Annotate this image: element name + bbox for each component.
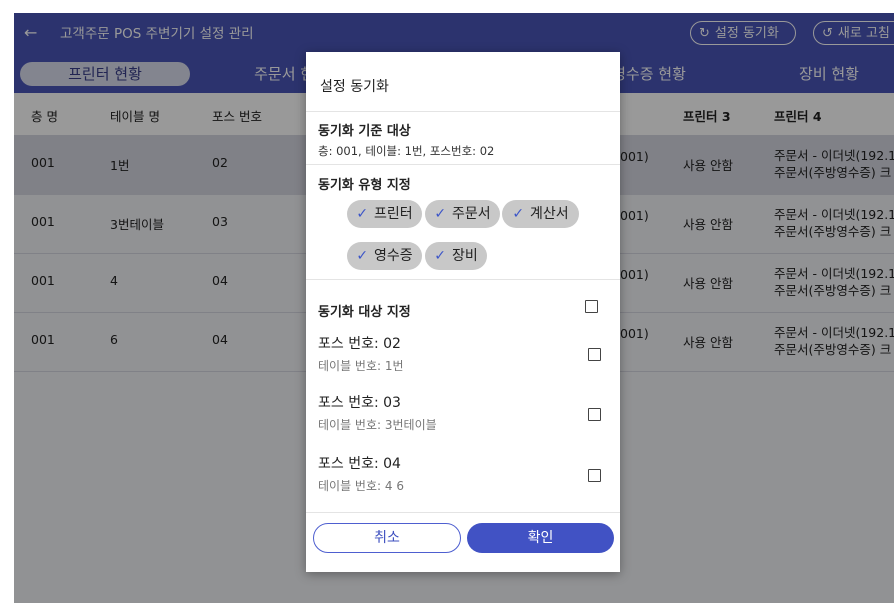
target-item-title: 포스 번호: 03 [318, 395, 401, 411]
cancel-button[interactable]: 취소 [313, 523, 461, 553]
chip-receipt[interactable]: ✓ 영수증 [347, 242, 422, 270]
target-item-subtitle: 테이블 번호: 4 6 [318, 479, 404, 493]
target-item-title: 포스 번호: 04 [318, 456, 401, 472]
divider [306, 279, 620, 280]
target-checkbox-pos02[interactable] [588, 348, 601, 361]
chip-order[interactable]: ✓ 주문서 [425, 200, 500, 228]
divider [306, 111, 620, 112]
check-icon: ✓ [356, 206, 369, 222]
target-item-subtitle: 테이블 번호: 1번 [318, 359, 404, 373]
check-icon: ✓ [512, 206, 525, 222]
chip-printer[interactable]: ✓ 프린터 [347, 200, 422, 228]
divider [306, 164, 620, 165]
sync-basis-detail: 층: 001, 테이블: 1번, 포스번호: 02 [318, 144, 495, 158]
target-checkbox-pos04[interactable] [588, 469, 601, 482]
divider [306, 512, 620, 513]
sync-settings-dialog: 설정 동기화 동기화 기준 대상 층: 001, 테이블: 1번, 포스번호: … [306, 52, 620, 572]
sync-type-title: 동기화 유형 지정 [318, 178, 411, 193]
sync-target-title: 동기화 대상 지정 [318, 305, 411, 320]
check-icon: ✓ [434, 248, 446, 264]
check-icon: ✓ [434, 206, 447, 222]
target-item-subtitle: 테이블 번호: 3번테이블 [318, 418, 437, 432]
dialog-title: 설정 동기화 [320, 79, 389, 95]
sync-basis-title: 동기화 기준 대상 [318, 124, 411, 139]
chip-device[interactable]: ✓ 장비 [425, 242, 487, 270]
target-item-title: 포스 번호: 02 [318, 336, 401, 352]
check-icon: ✓ [356, 248, 369, 264]
chip-invoice[interactable]: ✓ 계산서 [502, 200, 579, 228]
select-all-checkbox[interactable] [585, 300, 598, 313]
target-checkbox-pos03[interactable] [588, 408, 601, 421]
confirm-button[interactable]: 확인 [467, 523, 614, 553]
